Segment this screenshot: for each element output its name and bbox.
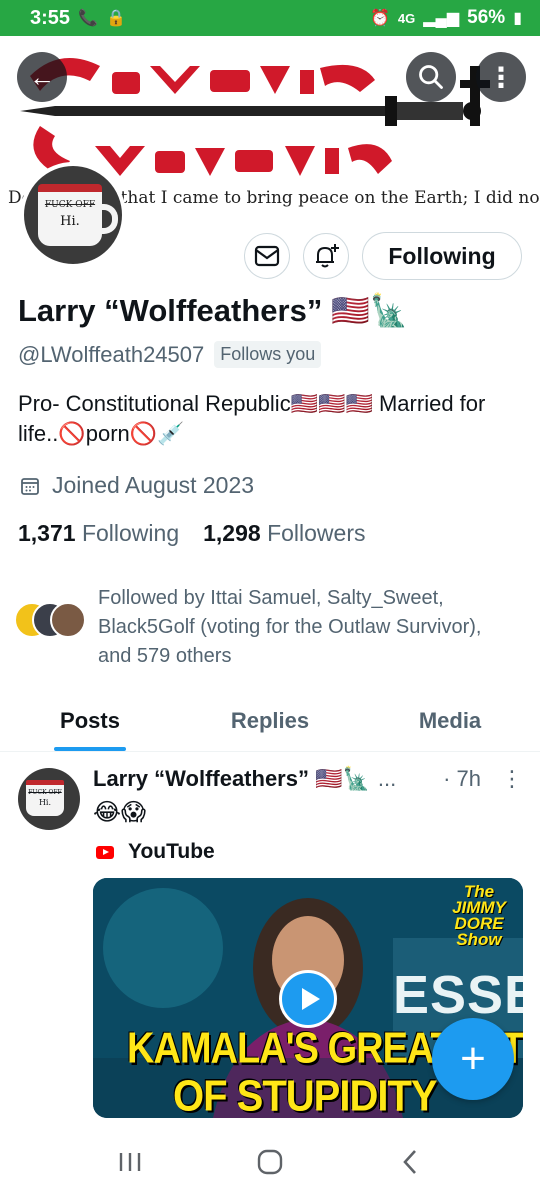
- search-icon: [419, 65, 443, 89]
- message-button[interactable]: [244, 233, 290, 279]
- back-button[interactable]: ←: [17, 52, 67, 102]
- thumbnail-background-word: ESSEN: [393, 965, 523, 1025]
- battery-icon: ▮: [513, 10, 522, 27]
- system-nav-bar: [0, 1124, 540, 1200]
- followed-by-text: Followed by Ittai Samuel, Salty_Sweet, B…: [98, 587, 482, 667]
- tab-posts[interactable]: Posts: [0, 690, 180, 751]
- profile-name: Larry “Wolffeathers” 🇺🇸🗽: [18, 293, 409, 328]
- post-mug-text-top: FUCK OFF: [28, 789, 62, 796]
- post-source: YouTube: [96, 840, 215, 864]
- handle-row: @LWolffeath24507 Follows you: [18, 341, 322, 368]
- post-name-ellipsis: ...: [377, 766, 397, 791]
- avatar-mug: FUCK OFF Hi.: [38, 184, 102, 246]
- status-bar: 3:55 📞 🔒 ⏰ 4G ▂▄▆ 56% ▮: [0, 0, 540, 36]
- mug-text-bottom: Hi.: [60, 214, 80, 229]
- profile-tabs: Posts Replies Media: [0, 690, 540, 752]
- bell-plus-icon: [316, 244, 339, 268]
- post-header: Larry “Wolffeathers” 🇺🇸🗽 ... · 7h ⋮: [93, 766, 523, 792]
- mug-text-top: FUCK OFF: [44, 200, 96, 210]
- thumbnail-show-badge: The JIMMY DORE Show: [452, 882, 506, 949]
- calendar-icon: [21, 477, 39, 495]
- back-nav-button[interactable]: [380, 1132, 440, 1192]
- following-label: Following: [81, 520, 180, 546]
- follows-you-badge: Follows you: [214, 341, 322, 368]
- more-options-button[interactable]: ⋮: [476, 52, 526, 102]
- joined-row: Joined August 2023: [20, 472, 254, 499]
- tab-media[interactable]: Media: [360, 690, 540, 751]
- following-link[interactable]: 1,371 Following: [18, 520, 179, 547]
- status-time: 3:55: [30, 6, 71, 29]
- recent-apps-icon: [119, 1153, 141, 1171]
- followed-by-avatars: [14, 602, 86, 642]
- network-label: 4G: [397, 10, 416, 26]
- youtube-icon: [96, 845, 114, 859]
- vertical-dots-icon: ⋮: [487, 61, 515, 93]
- battery-percent: 56%: [467, 7, 506, 28]
- post-time: · 7h: [443, 766, 481, 791]
- phone-icon: 📞: [78, 10, 98, 27]
- followers-count: 1,298: [203, 520, 261, 546]
- home-button[interactable]: [240, 1132, 300, 1192]
- followed-by-row[interactable]: Followed by Ittai Samuel, Salty_Sweet, B…: [14, 584, 518, 671]
- profile-bio: Pro- Constitutional Republic🇺🇸🇺🇸🇺🇸 Marri…: [18, 391, 486, 446]
- post-text: 😂😱: [93, 799, 147, 826]
- followers-link[interactable]: 1,298 Followers: [203, 520, 365, 547]
- compose-button[interactable]: +: [432, 1018, 514, 1100]
- joined-date: Joined August 2023: [52, 472, 255, 498]
- tab-replies[interactable]: Replies: [180, 690, 360, 751]
- thumbnail-title-line2: OF STUPIDITY: [173, 1071, 438, 1118]
- notifications-button[interactable]: [303, 233, 349, 279]
- alarm-icon: ⏰: [369, 10, 390, 27]
- post-mug-text-bottom: Hi.: [38, 798, 52, 807]
- play-button[interactable]: [279, 970, 337, 1028]
- post-source-label: YouTube: [128, 840, 215, 863]
- signal-icon: ▂▄▆: [423, 10, 460, 27]
- home-icon: [257, 1149, 283, 1175]
- mug-handle: [96, 204, 118, 234]
- post-avatar-mug: FUCK OFF Hi.: [26, 780, 64, 816]
- back-chevron-icon: [403, 1150, 416, 1174]
- post-more-icon[interactable]: ⋮: [501, 766, 523, 792]
- plus-icon: +: [460, 1034, 486, 1083]
- search-button[interactable]: [406, 52, 456, 102]
- followers-label: Followers: [267, 520, 366, 546]
- follower-avatar: [50, 602, 86, 638]
- post-avatar[interactable]: FUCK OFF Hi.: [18, 768, 80, 830]
- following-button[interactable]: Following: [362, 232, 522, 280]
- post-author[interactable]: Larry “Wolffeathers” 🇺🇸🗽: [93, 766, 370, 792]
- follow-counts: 1,371 Following 1,298 Followers: [18, 520, 365, 547]
- envelope-icon: [254, 245, 280, 267]
- lock-icon: 🔒: [105, 10, 126, 27]
- profile-avatar[interactable]: FUCK OFF Hi.: [20, 162, 126, 268]
- following-count: 1,371: [18, 520, 76, 546]
- recent-apps-button[interactable]: [100, 1132, 160, 1192]
- profile-handle: @LWolffeath24507: [18, 341, 205, 367]
- back-arrow-icon: ←: [29, 61, 55, 92]
